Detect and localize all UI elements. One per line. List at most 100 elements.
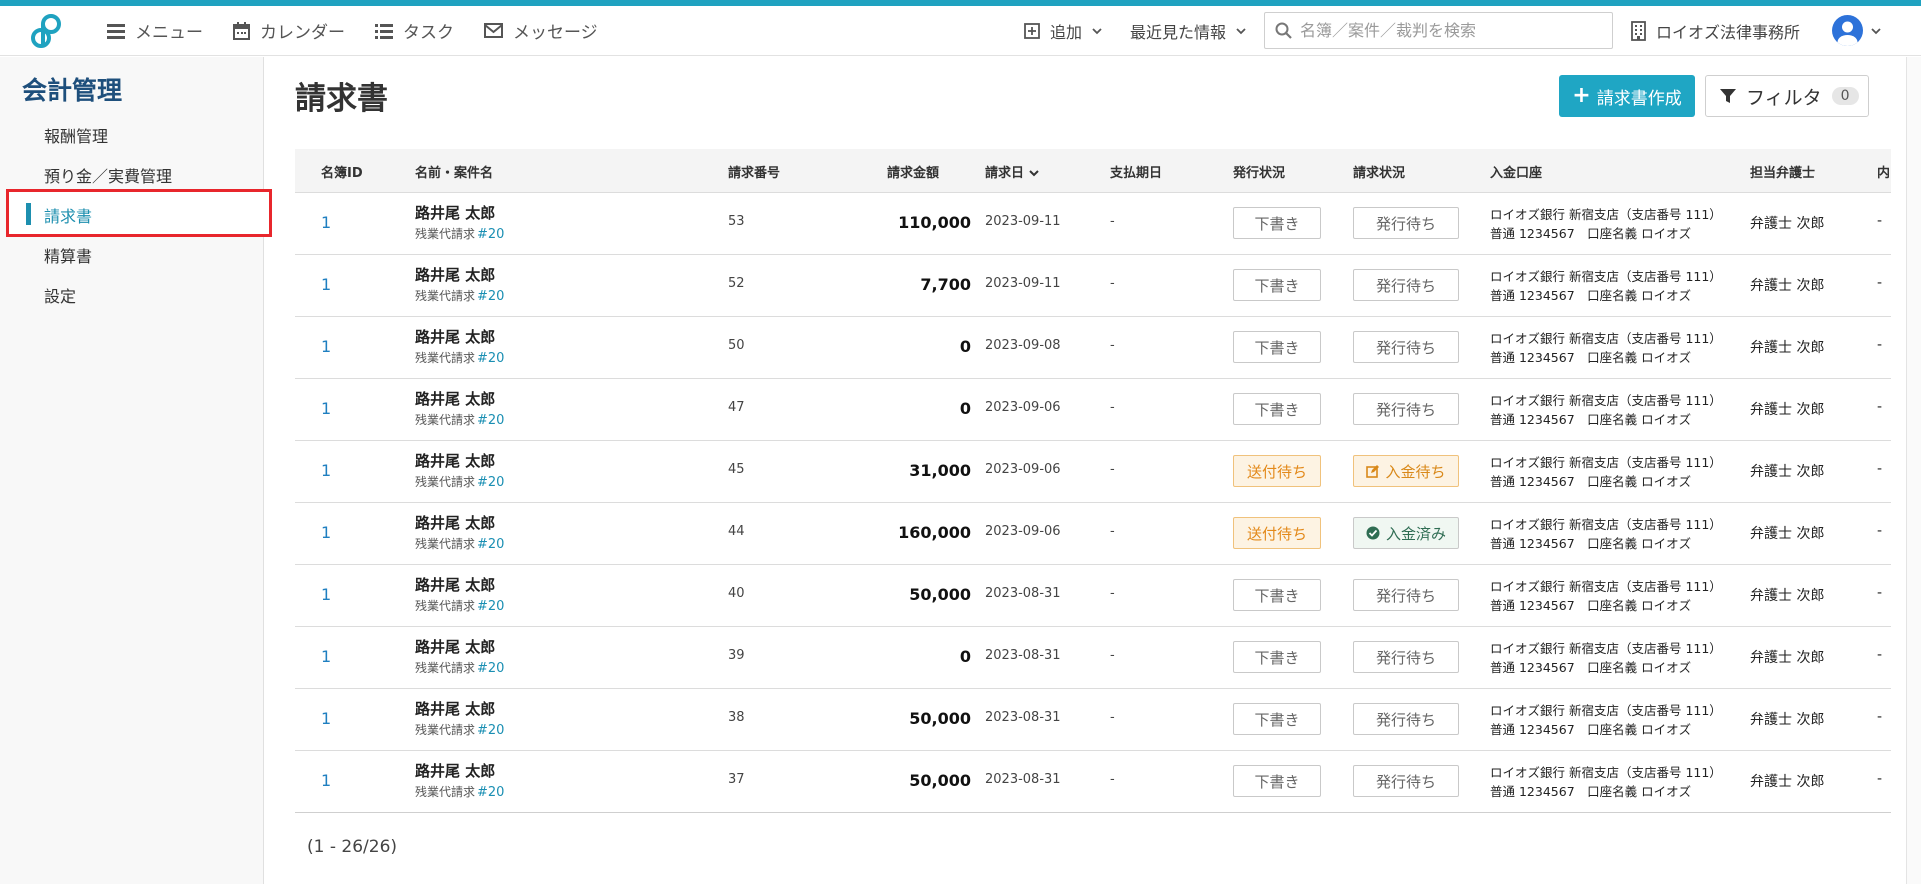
invoice-date: 2023-08-31 xyxy=(985,710,1061,725)
sidebar-item-invoices[interactable]: 請求書 xyxy=(44,203,92,227)
matter-number-link[interactable]: #20 xyxy=(477,289,504,304)
matter-number-link[interactable]: #20 xyxy=(477,227,504,242)
matter-number-link[interactable]: #20 xyxy=(477,723,504,738)
search-input[interactable] xyxy=(1299,21,1600,40)
col-header-date-label: 請求日 xyxy=(985,166,1025,181)
matter-number-link[interactable]: #20 xyxy=(477,351,504,366)
client-id-link[interactable]: 1 xyxy=(321,461,331,480)
add-dropdown[interactable]: 追加 xyxy=(1010,19,1116,43)
table-row[interactable]: 1 路井尾 太郎 残業代請求 #20 37 50,000 2023-08-31 - 下書き 発行待… xyxy=(295,751,1891,813)
bill-status-badge[interactable]: 発行待ち xyxy=(1353,331,1459,363)
table-row[interactable]: 1 路井尾 太郎 残業代請求 #20 38 50,000 2023-08-31 - 下書き 発行待… xyxy=(295,689,1891,751)
col-header-bill-status[interactable]: 請求状況 xyxy=(1353,162,1405,181)
firm-switcher[interactable]: ロイオズ法律事務所 xyxy=(1625,19,1814,43)
col-header-lawyer[interactable]: 担当弁護士 xyxy=(1750,162,1815,181)
global-search[interactable] xyxy=(1263,12,1613,49)
client-name[interactable]: 路井尾 太郎 xyxy=(415,264,495,285)
nav-tasks[interactable]: タスク xyxy=(360,6,469,56)
col-header-date[interactable]: 請求日 xyxy=(985,162,1039,181)
bill-status-badge[interactable]: 発行待ち xyxy=(1353,393,1459,425)
issue-status-badge[interactable]: 下書き xyxy=(1233,393,1321,425)
matter-number-link[interactable]: #20 xyxy=(477,413,504,428)
due-date: - xyxy=(1110,276,1115,291)
bill-status-badge[interactable]: 発行待ち xyxy=(1353,207,1459,239)
table-row[interactable]: 1 路井尾 太郎 残業代請求 #20 47 0 2023-09-06 - 下書き 発行待ち ロイオズ… xyxy=(295,379,1891,441)
col-header-account[interactable]: 入金口座 xyxy=(1490,162,1542,181)
bill-status-badge[interactable]: 発行待ち xyxy=(1353,641,1459,673)
table-row[interactable]: 1 路井尾 太郎 残業代請求 #20 45 31,000 2023-09-06 - 送付待ち 入金… xyxy=(295,441,1891,503)
client-id-link[interactable]: 1 xyxy=(321,399,331,418)
table-row[interactable]: 1 路井尾 太郎 残業代請求 #20 44 160,000 2023-09-06 - 送付待ち 入… xyxy=(295,503,1891,565)
client-name[interactable]: 路井尾 太郎 xyxy=(415,698,495,719)
client-id-link[interactable]: 1 xyxy=(321,771,331,790)
table-row[interactable]: 1 路井尾 太郎 残業代請求 #20 52 7,700 2023-09-11 - 下書き 発行待ち… xyxy=(295,255,1891,317)
client-id-link[interactable]: 1 xyxy=(321,585,331,604)
recent-dropdown[interactable]: 最近見た情報 xyxy=(1116,19,1260,43)
client-name[interactable]: 路井尾 太郎 xyxy=(415,636,495,657)
sidebar-item-settlements[interactable]: 精算書 xyxy=(44,243,92,267)
issue-status-badge[interactable]: 下書き xyxy=(1233,207,1321,239)
table-row[interactable]: 1 路井尾 太郎 残業代請求 #20 53 110,000 2023-09-11 - 下書き 発行… xyxy=(295,193,1891,255)
bill-status-badge[interactable]: 入金待ち xyxy=(1353,455,1459,487)
col-header-amount[interactable]: 請求金額 xyxy=(887,162,939,181)
client-id-link[interactable]: 1 xyxy=(321,709,331,728)
client-name[interactable]: 路井尾 太郎 xyxy=(415,202,495,223)
issue-status-badge[interactable]: 下書き xyxy=(1233,703,1321,735)
issue-status-badge[interactable]: 下書き xyxy=(1233,269,1321,301)
invoice-amount: 31,000 xyxy=(909,461,971,480)
client-id-link[interactable]: 1 xyxy=(321,213,331,232)
menu-icon xyxy=(107,23,125,39)
bill-status-badge[interactable]: 発行待ち xyxy=(1353,765,1459,797)
client-id-link[interactable]: 1 xyxy=(321,523,331,542)
client-id-link[interactable]: 1 xyxy=(321,337,331,356)
client-name[interactable]: 路井尾 太郎 xyxy=(415,512,495,533)
table-row[interactable]: 1 路井尾 太郎 残業代請求 #20 50 0 2023-09-08 - 下書き 発行待ち ロイオズ… xyxy=(295,317,1891,379)
table-row[interactable]: 1 路井尾 太郎 残業代請求 #20 39 0 2023-08-31 - 下書き 発行待ち ロイオズ… xyxy=(295,627,1891,689)
sidebar: 会計管理 報酬管理 預り金／実費管理 請求書 精算書 設定 xyxy=(0,57,272,884)
col-header-extra[interactable]: 内 xyxy=(1877,162,1890,181)
client-name[interactable]: 路井尾 太郎 xyxy=(415,326,495,347)
issue-status-badge[interactable]: 下書き xyxy=(1233,331,1321,363)
col-header-issue-status[interactable]: 発行状況 xyxy=(1233,162,1285,181)
client-id-link[interactable]: 1 xyxy=(321,647,331,666)
client-id-link[interactable]: 1 xyxy=(321,275,331,294)
matter-number-link[interactable]: #20 xyxy=(477,537,504,552)
client-name[interactable]: 路井尾 太郎 xyxy=(415,574,495,595)
nav-messages[interactable]: メッセージ xyxy=(469,6,613,56)
bank-account-line1: ロイオズ銀行 新宿支店（支店番号 111） xyxy=(1490,393,1722,408)
bill-status-badge[interactable]: 発行待ち xyxy=(1353,269,1459,301)
nav-menu[interactable]: メニュー xyxy=(92,6,218,56)
issue-status-badge[interactable]: 下書き xyxy=(1233,641,1321,673)
create-invoice-button[interactable]: + 請求書作成 xyxy=(1559,75,1695,117)
table-row[interactable]: 1 路井尾 太郎 残業代請求 #20 40 50,000 2023-08-31 - 下書き 発行待… xyxy=(295,565,1891,627)
bill-status-badge[interactable]: 発行待ち xyxy=(1353,703,1459,735)
sidebar-item-settings[interactable]: 設定 xyxy=(44,283,76,307)
matter-number-link[interactable]: #20 xyxy=(477,475,504,490)
bill-status-label: 発行待ち xyxy=(1375,710,1436,729)
col-header-due[interactable]: 支払期日 xyxy=(1110,162,1162,181)
col-header-name[interactable]: 名前・案件名 xyxy=(415,162,493,181)
issue-status-badge[interactable]: 送付待ち xyxy=(1233,517,1321,549)
bill-status-badge[interactable]: 入金済み xyxy=(1353,517,1459,549)
firm-name: ロイオズ法律事務所 xyxy=(1655,22,1800,42)
issue-status-badge[interactable]: 下書き xyxy=(1233,765,1321,797)
matter-name: 残業代請求 #20 xyxy=(415,473,504,490)
matter-number-link[interactable]: #20 xyxy=(477,599,504,614)
matter-number-link[interactable]: #20 xyxy=(477,785,504,800)
sidebar-item-fees[interactable]: 報酬管理 xyxy=(44,123,108,147)
issue-status-badge[interactable]: 送付待ち xyxy=(1233,455,1321,487)
bill-status-badge[interactable]: 発行待ち xyxy=(1353,579,1459,611)
matter-number-link[interactable]: #20 xyxy=(477,661,504,676)
client-name[interactable]: 路井尾 太郎 xyxy=(415,388,495,409)
client-name[interactable]: 路井尾 太郎 xyxy=(415,760,495,781)
issue-status-badge[interactable]: 下書き xyxy=(1233,579,1321,611)
app-logo[interactable] xyxy=(0,6,92,56)
col-header-id[interactable]: 名簿ID xyxy=(321,162,363,181)
sidebar-item-deposits[interactable]: 預り金／実費管理 xyxy=(44,163,172,187)
filter-button[interactable]: フィルタ 0 xyxy=(1705,75,1869,117)
col-header-number[interactable]: 請求番号 xyxy=(728,162,780,181)
nav-calendar[interactable]: カレンダー xyxy=(218,6,360,56)
vertical-scrollbar[interactable] xyxy=(1906,57,1921,884)
client-name[interactable]: 路井尾 太郎 xyxy=(415,450,495,471)
user-menu[interactable] xyxy=(1814,15,1921,46)
